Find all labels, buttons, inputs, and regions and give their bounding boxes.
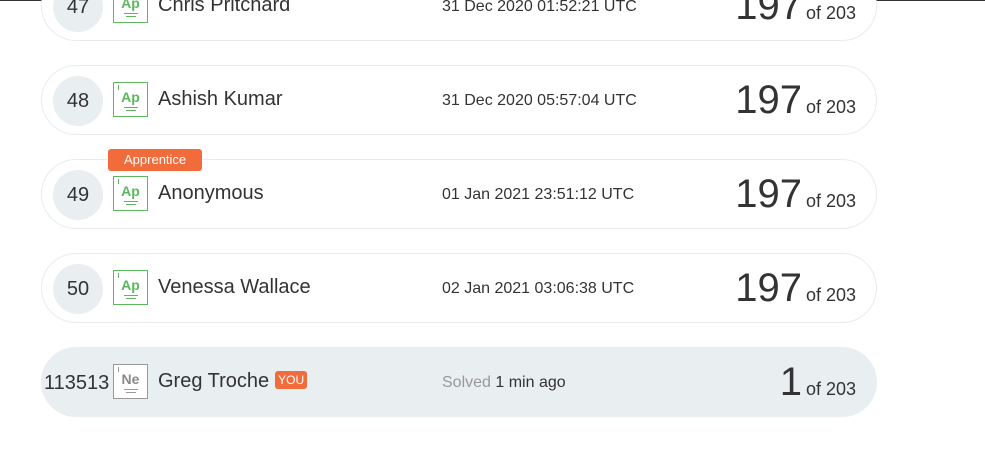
rank-number: 49 (53, 170, 103, 220)
user-name-text: Greg Troche (158, 370, 270, 392)
rank-number: 48 (53, 76, 103, 126)
user-name[interactable]: Greg Troche YOU (158, 370, 308, 393)
user-name[interactable]: Anonymous (158, 182, 264, 205)
leaderboard-row[interactable]: 47 Ap Chris Pritchard 31 Dec 2020 01:52:… (41, 0, 877, 41)
newbie-badge-icon: Ne (113, 364, 148, 399)
user-name[interactable]: Venessa Wallace (158, 276, 311, 299)
apprentice-badge-icon[interactable]: Ap (113, 176, 148, 211)
user-name[interactable]: Ashish Kumar (158, 88, 283, 111)
score: 197 of 203 (735, 266, 856, 310)
score: 197 of 203 (735, 0, 856, 28)
rank-number: 50 (53, 264, 103, 314)
badge-tooltip: Apprentice (108, 149, 203, 171)
leaderboard-row[interactable]: 48 Ap Ashish Kumar 31 Dec 2020 05:57:04 … (41, 65, 877, 135)
apprentice-badge-icon: Ap (113, 0, 148, 23)
solved-label: Solved (442, 374, 491, 391)
solve-date: 31 Dec 2020 01:52:21 UTC (442, 0, 637, 15)
solve-date: 01 Jan 2021 23:51:12 UTC (442, 186, 635, 203)
solved-time: 1 min ago (495, 374, 566, 391)
score: 197 of 203 (735, 172, 856, 216)
solve-date: 02 Jan 2021 03:06:38 UTC (442, 280, 635, 297)
score: 1 of 203 (779, 360, 856, 404)
you-badge: YOU (275, 371, 308, 389)
apprentice-badge-icon: Ap (113, 270, 148, 305)
current-user-row[interactable]: 113513 Ne Greg Troche YOU Solved 1 min ag… (41, 347, 877, 417)
leaderboard-row[interactable]: 50 Ap Venessa Wallace 02 Jan 2021 03:06:… (41, 253, 877, 323)
user-name[interactable]: Chris Pritchard (158, 0, 290, 17)
rank-number: 47 (53, 0, 103, 32)
solve-date: 31 Dec 2020 05:57:04 UTC (442, 92, 637, 109)
apprentice-badge-icon: Ap (113, 82, 148, 117)
score: 197 of 203 (735, 78, 856, 122)
solve-status: Solved 1 min ago (442, 374, 566, 392)
rank-number: 113513 (44, 371, 110, 394)
